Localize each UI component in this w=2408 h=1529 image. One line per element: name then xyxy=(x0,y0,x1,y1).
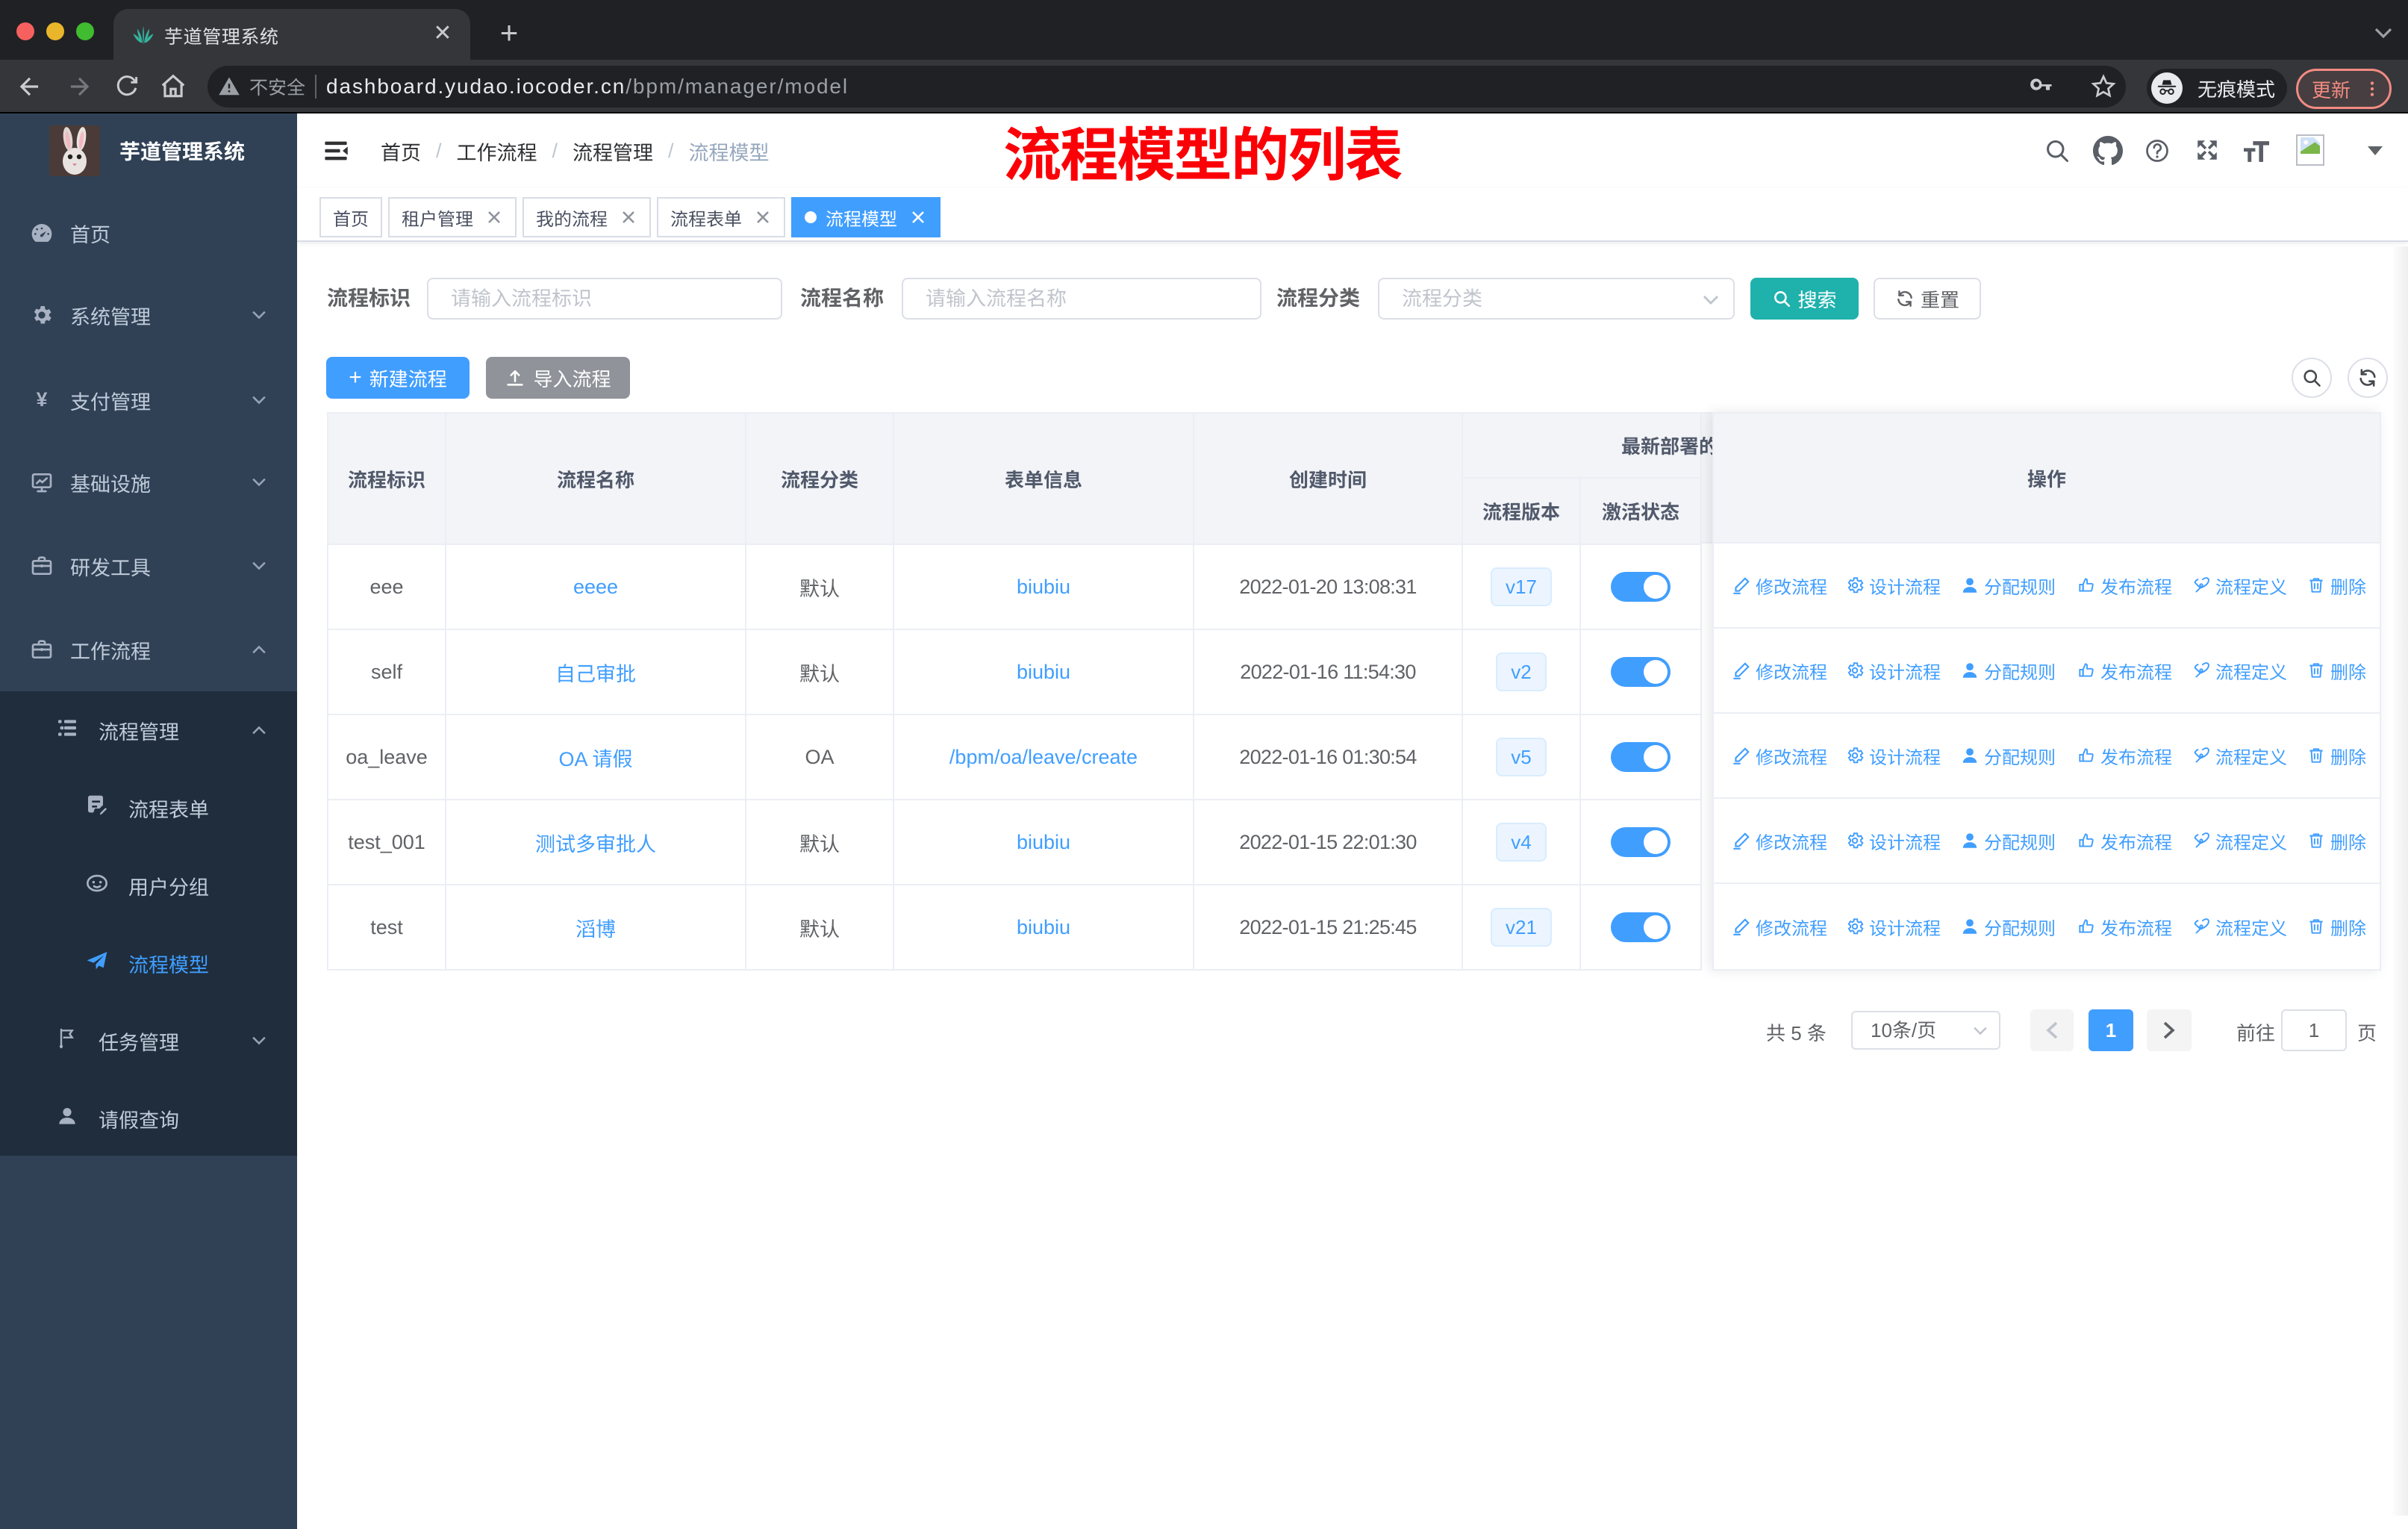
svg-text:¥: ¥ xyxy=(37,388,48,411)
